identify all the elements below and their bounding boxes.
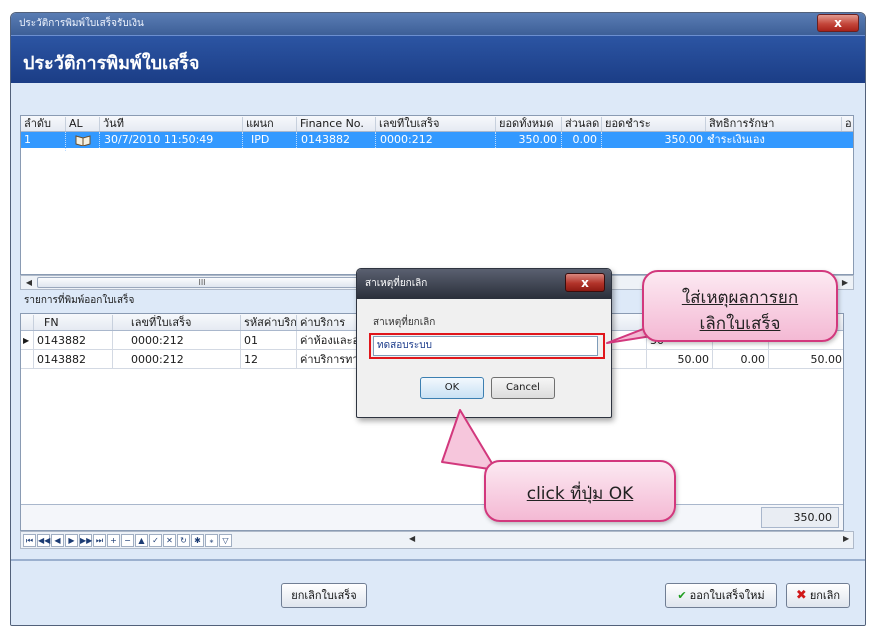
nav-first-icon[interactable]: ⏮: [23, 534, 36, 547]
col-al[interactable]: AL: [65, 117, 99, 131]
cell-item-receipt-no: 0000:212: [112, 350, 240, 369]
receipts-row-selected[interactable]: 1 30/7/2010 11:50:49 IPD 0143882 0000:21…: [21, 132, 853, 151]
dialog-titlebar: สาเหตุที่ยกเลิก x: [357, 269, 611, 299]
reason-callout: ใส่เหตุผลการยก เลิกใบเสร็จ: [642, 270, 838, 342]
cell-finance-no: 0143882: [296, 132, 375, 148]
cancel-receipt-button[interactable]: ยกเลิกใบเสร็จ: [281, 583, 367, 608]
cell-net: 50.00: [768, 350, 845, 369]
window-close-button[interactable]: x: [817, 14, 859, 32]
cell-date: 30/7/2010 11:50:49: [99, 132, 242, 148]
close-cancel-label: ยกเลิก: [809, 589, 841, 602]
col-finance-no[interactable]: Finance No.: [296, 117, 375, 131]
new-receipt-button[interactable]: ✔ ออกใบเสร็จใหม่: [665, 583, 777, 608]
click-ok-callout-text: click ที่ปุ่ม OK: [526, 484, 634, 504]
col-more[interactable]: อ: [841, 117, 855, 131]
cell-seq: 1: [24, 133, 31, 146]
nav-goto-bookmark-icon[interactable]: ⁎: [205, 534, 218, 547]
window-titlebar: ประวัติการพิมพ์ใบเสร็จรับเงิน x: [11, 13, 865, 35]
nav-scroll-left-icon[interactable]: ◀: [409, 534, 415, 543]
col-fn[interactable]: FN: [33, 315, 112, 330]
cell-item-receipt-no: 0000:212: [112, 331, 240, 350]
row-indicator: [21, 350, 33, 369]
nav-insert-icon[interactable]: +: [107, 534, 120, 547]
cell-fn: 0143882: [33, 331, 112, 350]
row-indicator-header: [21, 315, 33, 330]
col-receipt-no[interactable]: เลขที่ใบเสร็จ: [375, 117, 495, 131]
nav-edit-icon[interactable]: ▲: [135, 534, 148, 547]
cell-discount: 0.00: [561, 132, 601, 148]
nav-prev-icon[interactable]: ◀: [51, 534, 64, 547]
row-pointer-icon: ▶: [23, 336, 30, 345]
cell-right: ชำระเงินเอง: [707, 133, 765, 146]
nav-prev-page-icon[interactable]: ◀◀: [37, 534, 50, 547]
cell-total: 350.00: [495, 132, 561, 148]
nav-refresh-icon[interactable]: ↻: [177, 534, 190, 547]
new-receipt-label: ออกใบเสร็จใหม่: [689, 589, 765, 602]
page-title: ประวัติการพิมพ์ใบเสร็จ: [23, 53, 200, 74]
col-discount[interactable]: ส่วนลด: [561, 117, 601, 131]
scroll-thumb[interactable]: III: [37, 277, 367, 288]
nav-next-page-icon[interactable]: ▶▶: [79, 534, 92, 547]
receipts-grid: ลำดับ AL วันที่ แผนก Finance No. เลขที่ใ…: [20, 115, 854, 275]
x-icon: ✖: [795, 588, 807, 603]
check-icon: ✔: [677, 589, 687, 602]
cell-amount: 50.00: [646, 350, 712, 369]
nav-delete-icon[interactable]: −: [121, 534, 134, 547]
cell-dept: IPD: [242, 132, 296, 148]
nav-next-icon[interactable]: ▶: [65, 534, 78, 547]
col-paid[interactable]: ยอดชำระ: [601, 117, 705, 131]
page-header: ประวัติการพิมพ์ใบเสร็จ: [11, 35, 865, 83]
nav-bookmark-icon[interactable]: ✱: [191, 534, 204, 547]
scroll-right-icon[interactable]: ▶: [838, 276, 852, 289]
col-total[interactable]: ยอดทั้งหมด: [495, 117, 561, 131]
items-grid-footer: 350.00: [21, 504, 843, 530]
cell-paid: 350.00: [601, 132, 705, 148]
reason-label: สาเหตุที่ยกเลิก: [373, 317, 436, 328]
nav-post-icon[interactable]: ✓: [149, 534, 162, 547]
nav-last-icon[interactable]: ⏭: [93, 534, 106, 547]
cell-receipt-no: 0000:212: [375, 132, 495, 148]
nav-scroll-right-icon[interactable]: ▶: [843, 534, 849, 543]
nav-cancel-icon[interactable]: ✕: [163, 534, 176, 547]
reason-callout-line1: ใส่เหตุผลการยก: [681, 288, 799, 308]
col-service-code[interactable]: รหัสค่าบริก: [240, 315, 296, 330]
col-dept[interactable]: แผนก: [242, 117, 296, 131]
reason-callout-line2: เลิกใบเสร็จ: [699, 314, 781, 334]
col-right[interactable]: สิทธิการรักษา: [705, 117, 841, 131]
cell-code: 01: [240, 331, 296, 350]
cell-code: 12: [240, 350, 296, 369]
grid-navigator: ⏮ ◀◀ ◀ ▶ ▶▶ ⏭ + − ▲ ✓ ✕ ↻ ✱ ⁎ ▽ ◀ ▶: [20, 531, 854, 549]
dialog-ok-button[interactable]: OK: [420, 377, 484, 399]
dialog-close-button[interactable]: x: [565, 273, 605, 292]
reason-input[interactable]: ทดสอบระบบ: [373, 336, 598, 356]
click-ok-callout: click ที่ปุ่ม OK: [484, 460, 676, 522]
col-item-receipt-no[interactable]: เลขที่ใบเสร็จ: [112, 315, 240, 330]
col-date[interactable]: วันที่: [99, 117, 242, 131]
items-section-label: รายการที่พิมพ์ออกใบเสร็จ: [24, 295, 135, 306]
dialog-cancel-button[interactable]: Cancel: [491, 377, 555, 399]
bottom-action-bar: ยกเลิกใบเสร็จ ✔ ออกใบเสร็จใหม่ ✖ ยกเลิก: [11, 559, 865, 625]
book-icon[interactable]: [65, 132, 99, 151]
scroll-left-icon[interactable]: ◀: [22, 276, 36, 289]
receipts-grid-header: ลำดับ AL วันที่ แผนก Finance No. เลขที่ใ…: [21, 116, 853, 132]
nav-filter-icon[interactable]: ▽: [219, 534, 232, 547]
items-total: 350.00: [761, 507, 839, 528]
dialog-title: สาเหตุที่ยกเลิก: [365, 278, 428, 289]
window-title: ประวัติการพิมพ์ใบเสร็จรับเงิน: [19, 18, 144, 29]
cell-fn: 0143882: [33, 350, 112, 369]
cancel-reason-dialog: สาเหตุที่ยกเลิก x สาเหตุที่ยกเลิก ทดสอบร…: [356, 268, 612, 418]
close-cancel-button[interactable]: ✖ ยกเลิก: [786, 583, 850, 608]
cell-item-discount: 0.00: [712, 350, 768, 369]
col-seq[interactable]: ลำดับ: [21, 117, 65, 131]
